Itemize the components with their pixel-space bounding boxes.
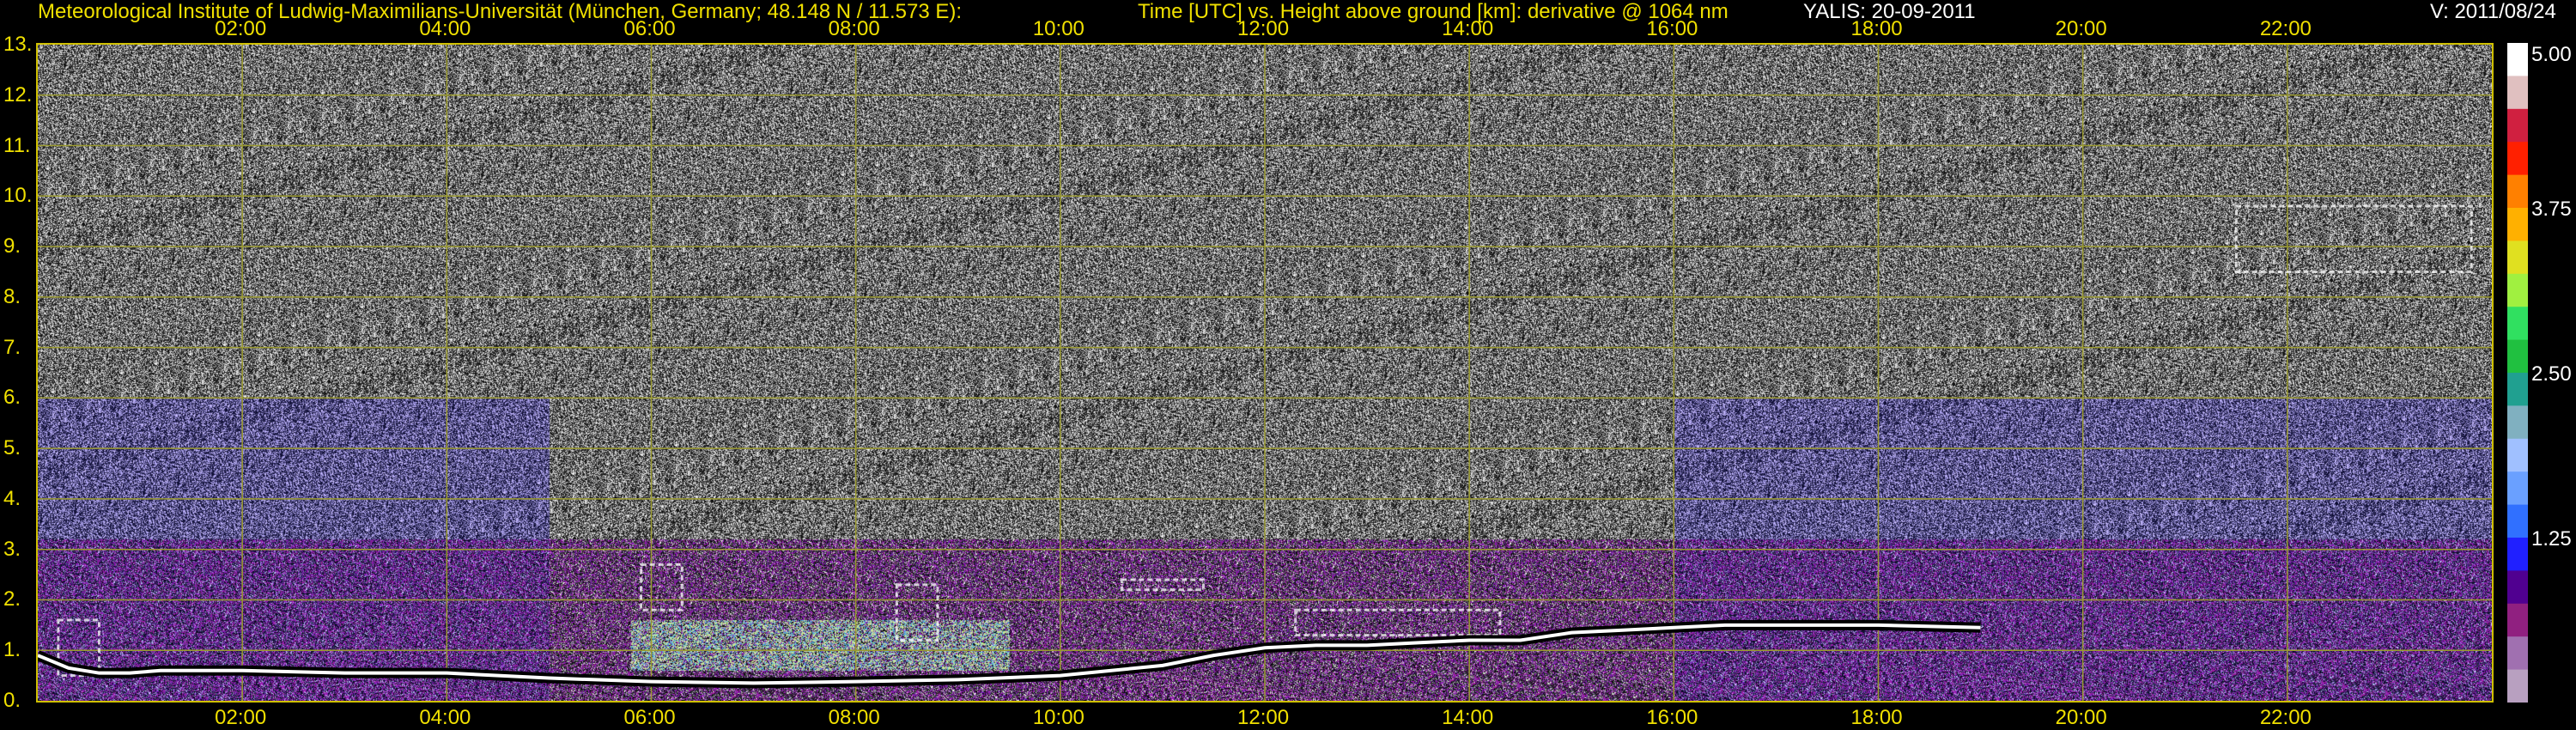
x-tick-top-0200: 02:00 [215,17,267,40]
y-tick-4: 4. [3,486,21,510]
colorbar-segment-10 [2507,339,2528,374]
colorbar-segment-11 [2507,373,2528,406]
lidar-plot-area [36,43,2494,703]
y-tick-7: 7. [3,335,21,359]
y-tick-6: 6. [3,386,21,410]
x-tick-top-1800: 18:00 [1850,17,1903,40]
cloud-patch-3 [895,583,939,642]
x-tick-bottom-0800: 08:00 [828,706,880,729]
chart-title: Time [UTC] vs. Height above ground [km]:… [1138,0,1728,23]
colorbar-segment-2 [2507,76,2528,110]
x-tick-bottom-1200: 12:00 [1237,706,1290,729]
colorbar-label-1-25: 1.25 [2531,527,2572,551]
y-tick-0: 0. [3,689,21,712]
y-tick-11: 11. [3,133,31,157]
colorbar-label-3-75: 3.75 [2531,198,2572,221]
x-tick-top-2200: 22:00 [2259,17,2312,40]
y-tick-9: 9. [3,234,21,259]
colorbar-segment-14 [2507,471,2528,506]
plot-overlay [38,45,2492,701]
colorbar-segment-3 [2507,108,2528,143]
x-tick-bottom-1800: 18:00 [1850,706,1903,729]
y-tick-3: 3. [3,537,21,561]
colorbar-segment-19 [2507,636,2528,671]
y-tick-10: 10. [3,184,33,208]
x-tick-top-1600: 16:00 [1646,17,1698,40]
version-label: V: 2011/08/24 [2430,0,2556,23]
colorbar-segment-17 [2507,570,2528,605]
colorbar-segment-9 [2507,307,2528,341]
colorbar-segment-8 [2507,273,2528,307]
x-tick-bottom-2200: 22:00 [2259,706,2312,729]
x-tick-top-1400: 14:00 [1442,17,1494,40]
colorbar-segment-1 [2507,43,2528,76]
x-tick-bottom-1600: 16:00 [1646,706,1698,729]
y-tick-5: 5. [3,436,21,460]
x-tick-top-1000: 10:00 [1032,17,1084,40]
x-tick-bottom-0200: 02:00 [215,706,267,729]
colorbar-label-5-00: 5.00 [2531,43,2572,66]
x-tick-top-0800: 08:00 [828,17,880,40]
colorbar-segment-13 [2507,438,2528,472]
colorbar-label-2-50: 2.50 [2531,362,2572,386]
colorbar-segment-5 [2507,174,2528,209]
layer-top-shadow [38,619,1981,689]
x-tick-top-2000: 20:00 [2055,17,2107,40]
y-tick-8: 8. [3,284,21,308]
colorbar-segment-20 [2507,669,2528,703]
y-tick-1: 1. [3,638,21,662]
colorbar-segment-18 [2507,603,2528,637]
x-tick-bottom-0600: 06:00 [623,706,676,729]
colorbar-segment-6 [2507,208,2528,241]
institute-label: Meteorological Institute of Ludwig-Maxim… [38,0,963,23]
x-tick-bottom-2000: 20:00 [2055,706,2107,729]
colorbar-segment-16 [2507,538,2528,571]
x-tick-bottom-0400: 04:00 [419,706,471,729]
x-tick-bottom-1400: 14:00 [1442,706,1494,729]
cloud-patch-4 [1120,578,1206,592]
x-tick-bottom-1000: 10:00 [1032,706,1084,729]
y-tick-13: 13. [3,33,33,56]
x-tick-top-0400: 04:00 [419,17,471,40]
y-tick-12: 12. [3,82,33,106]
colorbar-segment-15 [2507,504,2528,538]
x-tick-top-1200: 12:00 [1237,17,1290,40]
y-tick-2: 2. [3,587,21,611]
colorbar-segment-7 [2507,240,2528,275]
cloud-patch-2 [640,563,683,611]
colorbar-segment-4 [2507,142,2528,176]
colorbar [2507,43,2528,703]
x-tick-top-0600: 06:00 [623,17,676,40]
cloud-patch-6 [2234,204,2473,273]
colorbar-segment-12 [2507,405,2528,440]
